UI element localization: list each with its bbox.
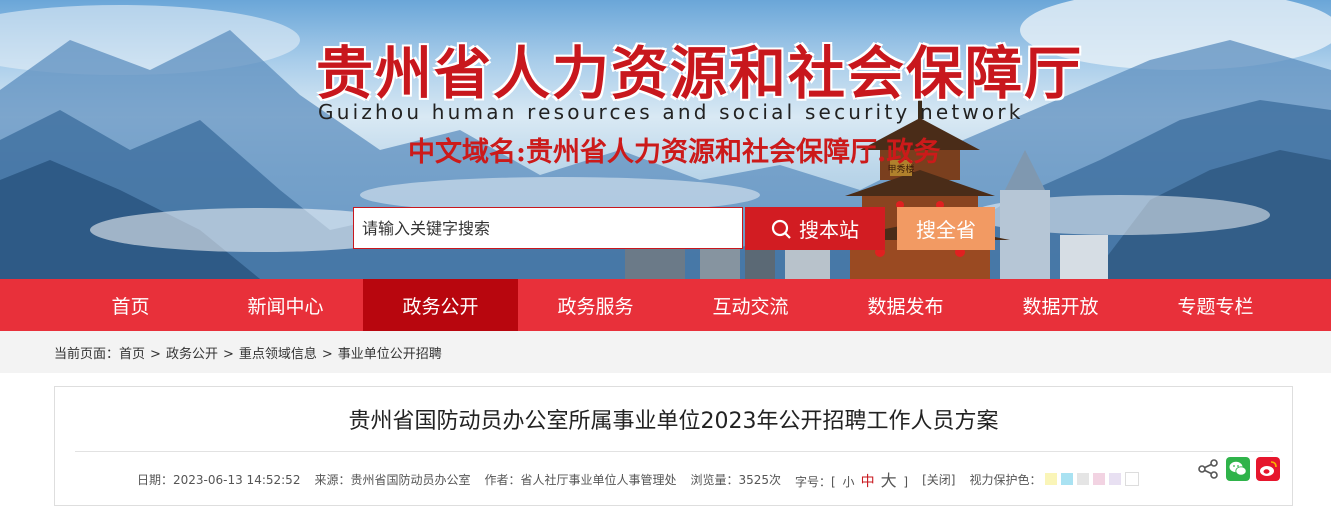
meta-views: 浏览量：3525次: [690, 472, 782, 487]
meta-date: 日期：2023-06-13 14:52:52: [137, 472, 301, 487]
nav-item-home[interactable]: 首页: [53, 279, 208, 331]
article-panel: 贵州省国防动员办公室所属事业单位2023年公开招聘工作人员方案 日期：2023-…: [54, 386, 1293, 506]
font-size-control: 字号：[ 小中大 ]: [795, 467, 908, 491]
search-province-button[interactable]: 搜全省: [897, 207, 995, 250]
breadcrumb-gov-open[interactable]: 政务公开: [166, 347, 218, 362]
breadcrumb-separator: >: [321, 347, 333, 362]
breadcrumb-bar: 当前页面：首页 > 政务公开 > 重点领域信息 > 事业单位公开招聘: [0, 331, 1331, 373]
eye-care-color-swatch[interactable]: [1061, 473, 1074, 486]
eye-care-color-swatch[interactable]: [1045, 473, 1058, 486]
breadcrumb-key-info[interactable]: 重点领域信息: [239, 347, 317, 362]
eye-care-color-swatch[interactable]: [1109, 473, 1122, 486]
wechat-icon[interactable]: [1226, 457, 1250, 481]
eye-care-swatches: [1041, 472, 1140, 487]
font-size-end: ]: [903, 475, 909, 489]
nav-item-topics[interactable]: 专题专栏: [1138, 279, 1293, 331]
main-nav: 首页 新闻中心 政务公开 政务服务 互动交流 数据发布 数据开放 专题专栏: [0, 279, 1331, 331]
nav-item-data-release[interactable]: 数据发布: [828, 279, 983, 331]
font-medium-button[interactable]: 中: [861, 474, 875, 490]
breadcrumb-recruitment[interactable]: 事业单位公开招聘: [338, 347, 442, 362]
eye-care-color-swatch[interactable]: [1125, 472, 1140, 487]
header-banner: 甲秀楼 贵州省人力资源和社会保障厅 Guizhou human resource…: [0, 0, 1331, 279]
breadcrumb-separator: >: [222, 347, 234, 362]
breadcrumb-label: 当前页面：: [54, 347, 120, 362]
breadcrumb-home[interactable]: 首页: [119, 347, 145, 362]
search-icon: [771, 219, 791, 239]
font-large-button[interactable]: 大: [881, 471, 897, 490]
article-meta: 日期：2023-06-13 14:52:52 来源：贵州省国防动员办公室 作者：…: [137, 467, 1140, 491]
share-bar: [1196, 457, 1280, 481]
divider: [75, 451, 1273, 452]
site-title: 贵州省人力资源和社会保障厅: [316, 40, 1083, 107]
site-subtitle: Guizhou human resources and social secur…: [318, 100, 1024, 124]
eye-care-color-swatch[interactable]: [1093, 473, 1106, 486]
breadcrumb: 当前页面：首页 > 政务公开 > 重点领域信息 > 事业单位公开招聘: [54, 343, 442, 362]
search-box: [353, 207, 743, 249]
meta-source: 来源：贵州省国防动员办公室: [314, 472, 471, 487]
nav-item-interaction[interactable]: 互动交流: [673, 279, 828, 331]
font-small-button[interactable]: 小: [843, 475, 855, 489]
eye-care-label: 视力保护色：: [969, 472, 1042, 487]
search-input[interactable]: [354, 208, 742, 248]
nav-item-gov-open[interactable]: 政务公开: [363, 279, 518, 331]
font-size-label: 字号：[: [795, 475, 836, 489]
close-button[interactable]: [关闭]: [922, 471, 955, 488]
search-site-button[interactable]: 搜本站: [745, 207, 885, 250]
share-icon[interactable]: [1196, 457, 1220, 481]
nav-item-data-open[interactable]: 数据开放: [983, 279, 1138, 331]
search-province-label: 搜全省: [916, 218, 976, 242]
eye-care-color-swatch[interactable]: [1077, 473, 1090, 486]
meta-author: 作者：省人社厅事业单位人事管理处: [484, 472, 677, 487]
search-site-label: 搜本站: [799, 218, 859, 242]
nav-item-gov-service[interactable]: 政务服务: [518, 279, 673, 331]
breadcrumb-separator: >: [150, 347, 161, 362]
chinese-domain-name: 中文域名:贵州省人力资源和社会保障厅.政务: [408, 137, 941, 168]
weibo-icon[interactable]: [1256, 457, 1280, 481]
article-title: 贵州省国防动员办公室所属事业单位2023年公开招聘工作人员方案: [348, 409, 999, 434]
nav-item-news[interactable]: 新闻中心: [208, 279, 363, 331]
